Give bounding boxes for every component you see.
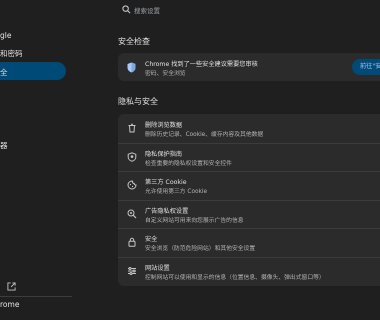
safety-check-title: Chrome 找到了一些安全建议需要您审核 (145, 61, 258, 68)
sidebar-item-privacy[interactable]: 全 (0, 67, 8, 78)
sidebar-item-privacy-active-bg[interactable] (0, 62, 66, 80)
shield-icon (127, 62, 136, 73)
search-bar[interactable]: 搜索设置 (118, 0, 380, 20)
row-subtitle: 自定义网站可用来向您展示广告的信息 (145, 217, 244, 224)
third-party-cookies-row[interactable]: 第三方 Cookie 允许使用第三方 Cookie (118, 171, 380, 200)
row-title: 隐私保护指南 (145, 150, 183, 158)
sidebar: gle 和密码 全 器 rome (0, 0, 72, 320)
row-divider (118, 171, 380, 173)
row-subtitle: 安全浏览（防范危险网站）和其他安全设置 (145, 246, 256, 253)
safety-check-heading: 安全检查 (118, 37, 150, 46)
row-subtitle: 控制网站可以使用和显示的信息（位置信息、摄像头、弹出式窗口等） (145, 275, 325, 281)
privacy-guide-row[interactable]: 隐私保护指南 检查重要的隐私权设置和安全控件 (118, 142, 380, 172)
ad-privacy-icon (127, 209, 137, 219)
tune-icon (128, 267, 136, 275)
security-row[interactable]: 安全 安全浏览（防范危险网站）和其他安全设置 (118, 228, 380, 257)
row-title: 删除浏览数据 (145, 122, 183, 129)
cookie-icon (127, 180, 137, 190)
row-divider (118, 199, 380, 201)
go-to-safety-check-button[interactable]: 前往"安 (352, 59, 380, 75)
trash-icon (128, 123, 136, 133)
safety-check-card: Chrome 找到了一些安全建议需要您审核 密码、安全浏览 前往"安 (118, 53, 380, 81)
sidebar-item-autofill[interactable]: 和密码 (0, 48, 23, 59)
row-subtitle: 删除历史记录、Cookie、缓存内容及其他数据 (145, 132, 264, 138)
row-subtitle: 检查重要的隐私权设置和安全控件 (145, 160, 232, 167)
search-icon (122, 5, 131, 14)
safety-check-subtitle: 密码、安全浏览 (145, 71, 186, 77)
row-title: 第三方 Cookie (145, 179, 187, 187)
external-link-icon[interactable] (7, 282, 16, 291)
privacy-guide-icon (127, 151, 137, 162)
row-title: 广告隐私权设置 (145, 207, 189, 215)
sidebar-divider (0, 296, 72, 297)
privacy-security-heading: 隐私与安全 (118, 97, 158, 106)
row-title: 网站设置 (145, 265, 170, 272)
ad-privacy-row[interactable]: 广告隐私权设置 自定义网站可用来向您展示广告的信息 (118, 199, 380, 229)
row-divider (118, 142, 380, 144)
sidebar-item-browser[interactable]: 器 (0, 140, 8, 151)
row-title: 安全 (145, 236, 158, 244)
clear-browsing-data-row[interactable]: 删除浏览数据 删除历史记录、Cookie、缓存内容及其他数据 (118, 114, 380, 143)
search-input[interactable]: 搜索设置 (134, 5, 160, 15)
row-divider (118, 257, 380, 258)
sidebar-item-about-chrome[interactable]: rome (0, 300, 19, 309)
row-divider (118, 228, 380, 230)
row-subtitle: 允许使用第三方 Cookie (145, 189, 208, 196)
site-settings-row[interactable]: 网站设置 控制网站可以使用和显示的信息（位置信息、摄像头、弹出式窗口等） (118, 257, 380, 286)
sidebar-item-google[interactable]: gle (0, 31, 11, 40)
privacy-security-card: 删除浏览数据 删除历史记录、Cookie、缓存内容及其他数据 隐私保护指南 检查… (118, 114, 380, 286)
lock-icon (128, 238, 136, 248)
